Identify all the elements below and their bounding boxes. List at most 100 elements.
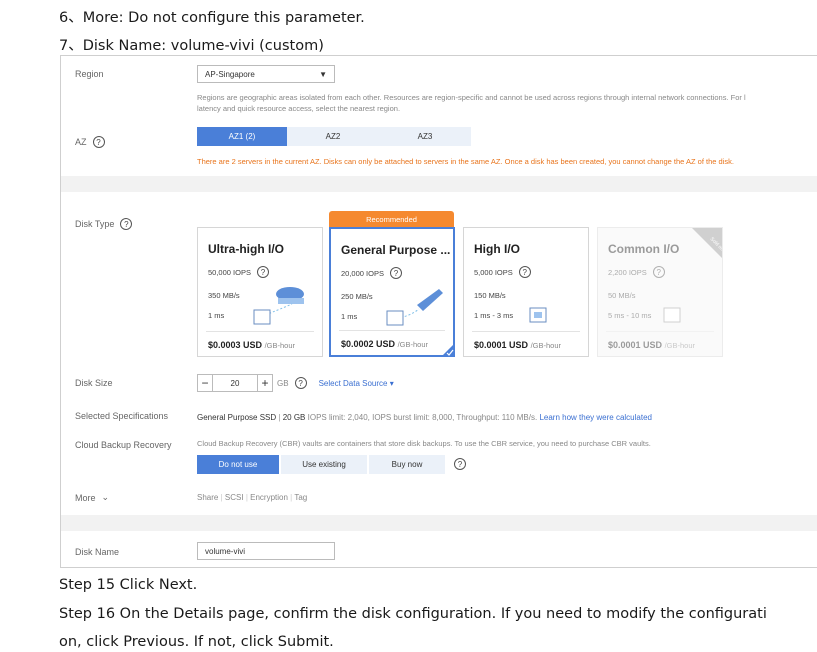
disk-type-card-high-io[interactable]: High I/O 5,000 IOPS? 150 MB/s 1 ms - 3 m…: [463, 227, 589, 357]
cbr-buy-now-button[interactable]: Buy now: [369, 455, 445, 474]
doc-line-disk-name: 7、Disk Name: volume-vivi (custom): [59, 38, 324, 54]
sold-out-corner-ribbon: Sold out: [692, 228, 722, 258]
card-price: $0.0002 USD: [341, 339, 396, 349]
card-title: High I/O: [474, 242, 520, 256]
disk-illustration-icon: [663, 307, 681, 323]
card-throughput: 250 MB/s: [341, 292, 373, 301]
az-label: AZ: [75, 137, 87, 147]
help-icon[interactable]: ?: [389, 267, 402, 279]
selected-specifications-label: Selected Specifications: [75, 411, 169, 421]
region-desc-2: latency and quick resource access, selec…: [197, 104, 401, 113]
card-throughput: 150 MB/s: [474, 291, 506, 300]
recommended-badge: Recommended: [329, 211, 454, 227]
help-icon[interactable]: ?: [256, 266, 269, 278]
card-latency: 1 ms - 3 ms: [474, 311, 514, 320]
card-iops: 20,000 IOPS: [341, 268, 384, 278]
chevron-down-icon: ▼: [319, 69, 327, 79]
disk-type-label: Disk Type: [75, 219, 115, 229]
doc-line-step-15: Step 15 Click Next.: [59, 577, 198, 593]
region-select[interactable]: AP-Singapore ▼: [197, 65, 335, 83]
section-divider: [61, 515, 817, 531]
spec-type: General Purpose SSD: [197, 413, 277, 422]
card-iops: 50,000 IOPS: [208, 267, 251, 277]
help-icon[interactable]: ?: [518, 266, 531, 278]
more-item-scsi: SCSI: [224, 493, 244, 502]
more-items: Share | SCSI | Encryption | Tag: [197, 493, 308, 502]
az-option-2[interactable]: AZ2: [287, 127, 379, 146]
card-price-unit: /GB-hour: [397, 340, 428, 349]
rocket-disk-illustration-icon: [253, 287, 304, 325]
help-icon[interactable]: ?: [294, 377, 307, 389]
spec-size: 20 GB: [282, 413, 306, 422]
doc-line-step-16b: on, click Previous. If not, click Submit…: [59, 634, 334, 650]
card-price: $0.0001 USD: [474, 340, 529, 350]
card-title: Ultra-high I/O: [208, 242, 284, 256]
help-icon[interactable]: ?: [454, 458, 466, 470]
learn-calculation-link[interactable]: Learn how they were calculated: [539, 413, 652, 422]
card-divider: [472, 331, 580, 332]
more-item-encryption: Encryption: [250, 493, 288, 502]
more-item-tag: Tag: [294, 493, 308, 502]
decrement-button[interactable]: −: [197, 374, 213, 392]
card-iops-row: 2,200 IOPS?: [608, 266, 665, 278]
cbr-use-existing-button[interactable]: Use existing: [281, 455, 367, 474]
card-iops: 2,200 IOPS: [608, 267, 647, 277]
increment-button[interactable]: +: [257, 374, 273, 392]
selected-corner-check-icon: [441, 343, 455, 357]
az-label-row: AZ ?: [75, 136, 105, 148]
help-icon: ?: [652, 266, 665, 278]
disk-name-input[interactable]: volume-vivi: [197, 542, 335, 560]
az-option-1[interactable]: AZ1 (2): [197, 127, 287, 146]
section-divider: [61, 176, 817, 192]
disk-name-label: Disk Name: [75, 547, 120, 557]
disk-type-card-common-io: Common I/O 2,200 IOPS? 50 MB/s 5 ms - 10…: [597, 227, 723, 357]
select-data-source-link[interactable]: Select Data Source ▾: [319, 379, 394, 388]
card-price-unit: /GB-hour: [264, 341, 295, 350]
chevron-down-icon: ⌄: [101, 492, 110, 502]
card-iops-row: 20,000 IOPS?: [341, 267, 402, 279]
disk-type-card-general-purpose[interactable]: General Purpose ... 20,000 IOPS? 250 MB/…: [329, 227, 455, 357]
card-latency: 5 ms - 10 ms: [608, 311, 652, 320]
help-icon[interactable]: ?: [92, 136, 105, 148]
rocket-disk-illustration-icon: [386, 289, 443, 326]
az-option-3[interactable]: AZ3: [379, 127, 471, 146]
spec-details: IOPS limit: 2,040, IOPS burst limit: 8,0…: [307, 413, 538, 422]
help-icon[interactable]: ?: [120, 218, 133, 230]
disk-illustration-icon: [529, 307, 547, 323]
cloud-backup-recovery-label: Cloud Backup Recovery: [75, 440, 172, 450]
disk-size-stepper: − 20 + GB ? Select Data Source ▾: [197, 374, 394, 392]
card-price-row: $0.0001 USD /GB-hour: [608, 340, 695, 350]
disk-type-card-ultra-high-io[interactable]: Ultra-high I/O 50,000 IOPS? 350 MB/s 1 m…: [197, 227, 323, 357]
region-label: Region: [75, 69, 104, 79]
cbr-desc: Cloud Backup Recovery (CBR) vaults are c…: [197, 439, 651, 448]
disk-config-screenshot: Region AP-Singapore ▼ Regions are geogra…: [60, 55, 817, 568]
card-throughput: 50 MB/s: [608, 291, 636, 300]
card-price: $0.0001 USD: [608, 340, 663, 350]
card-divider: [206, 331, 314, 332]
more-toggle[interactable]: More ⌄: [75, 492, 109, 503]
card-price: $0.0003 USD: [208, 340, 263, 350]
disk-size-label: Disk Size: [75, 378, 113, 388]
more-item-share: Share: [197, 493, 219, 502]
selected-specifications-value: General Purpose SSD | 20 GB IOPS limit: …: [197, 413, 652, 422]
az-selector: AZ1 (2) AZ2 AZ3: [197, 127, 471, 146]
card-latency: 1 ms: [208, 311, 225, 320]
card-iops-row: 5,000 IOPS?: [474, 266, 531, 278]
card-price-row: $0.0002 USD /GB-hour: [341, 339, 428, 349]
card-title: Common I/O: [608, 242, 680, 256]
disk-size-unit: GB: [277, 378, 289, 388]
card-price-unit: /GB-hour: [530, 341, 561, 350]
card-iops-row: 50,000 IOPS?: [208, 266, 269, 278]
card-divider: [606, 331, 714, 332]
az-warning: There are 2 servers in the current AZ. D…: [197, 157, 734, 166]
cbr-options: Do not use Use existing Buy now: [197, 455, 445, 474]
region-value: AP-Singapore: [205, 69, 255, 79]
cbr-do-not-use-button[interactable]: Do not use: [197, 455, 279, 474]
card-price-unit: /GB-hour: [664, 341, 695, 350]
card-latency: 1 ms: [341, 312, 358, 321]
more-label: More: [75, 492, 96, 503]
disk-size-input[interactable]: 20: [213, 374, 257, 392]
card-price-row: $0.0003 USD /GB-hour: [208, 340, 295, 350]
doc-line-step-16a: Step 16 On the Details page, confirm the…: [59, 606, 767, 622]
card-title: General Purpose ...: [341, 243, 451, 257]
